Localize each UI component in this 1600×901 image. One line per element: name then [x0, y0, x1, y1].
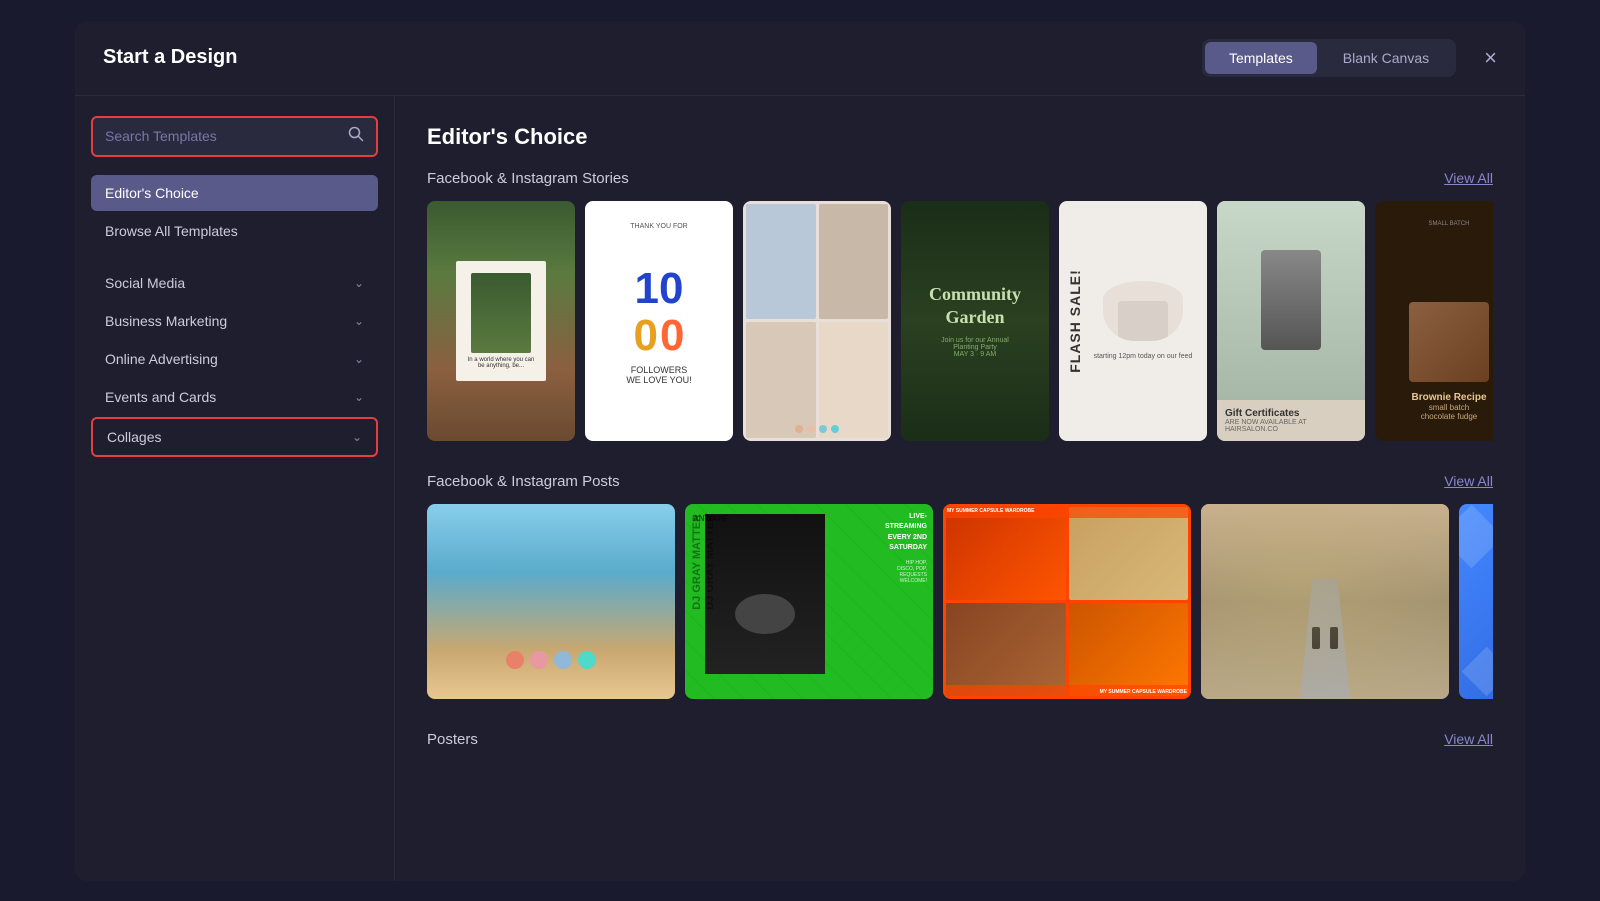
template-card[interactable]: FLASH SALE! starting 12pm today on our f…: [1059, 201, 1207, 441]
sidebar-item-editors-choice[interactable]: Editor's Choice: [91, 175, 378, 211]
chevron-down-icon: ⌄: [354, 276, 364, 290]
template-card[interactable]: [1201, 504, 1449, 699]
posts-category-label: Facebook & Instagram Posts: [427, 473, 620, 490]
sidebar-item-social-media[interactable]: Social Media ⌄: [91, 265, 378, 301]
template-card[interactable]: CommunityGarden Join us for our AnnualPl…: [901, 201, 1049, 441]
template-card[interactable]: Gift Certificates ARE NOW AVAILABLE ATHA…: [1217, 201, 1365, 441]
close-button[interactable]: ×: [1484, 47, 1497, 69]
template-card[interactable]: THANK YOU FOR 10 0 0 FOLLOWERSWE LOVE YO…: [585, 201, 733, 441]
template-card[interactable]: [743, 201, 891, 441]
search-icon[interactable]: [348, 126, 364, 147]
posters-category-label: Posters: [427, 731, 478, 748]
stories-view-all-link[interactable]: View All: [1444, 170, 1493, 186]
sidebar-item-collages[interactable]: Collages ⌄: [91, 417, 378, 457]
modal-title: Start a Design: [103, 46, 237, 69]
stories-category-label: Facebook & Instagram Stories: [427, 170, 629, 187]
posters-category-header: Posters View All: [427, 731, 1493, 748]
sidebar-item-business-marketing[interactable]: Business Marketing ⌄: [91, 303, 378, 339]
posts-templates-row: DJ GRAY MATTERDJ GRAY MATTER LIVE-STREAM…: [427, 504, 1493, 699]
modal-header: Start a Design Templates Blank Canvas ×: [75, 21, 1525, 96]
posts-category-header: Facebook & Instagram Posts View All: [427, 473, 1493, 490]
chevron-down-icon: ⌄: [354, 352, 364, 366]
stories-category-header: Facebook & Instagram Stories View All: [427, 170, 1493, 187]
template-card[interactable]: Join us for ALUMNIWEEK August 2022: [1459, 504, 1493, 699]
tab-blank-canvas[interactable]: Blank Canvas: [1319, 42, 1453, 74]
sidebar-item-online-advertising[interactable]: Online Advertising ⌄: [91, 341, 378, 377]
sidebar-nav: Editor's Choice Browse All Templates Soc…: [91, 175, 378, 457]
section-title: Editor's Choice: [427, 124, 1493, 150]
template-card[interactable]: MY SUMMER CAPSULE WARDROBE MY SUMMER CAP…: [943, 504, 1191, 699]
tab-group: Templates Blank Canvas: [1202, 39, 1456, 77]
posters-category-row: Posters View All: [427, 731, 1493, 748]
chevron-down-icon: ⌄: [352, 430, 362, 444]
tab-templates[interactable]: Templates: [1205, 42, 1317, 74]
template-card[interactable]: [427, 504, 675, 699]
stories-templates-row: In a world where you canbe anything, be.…: [427, 201, 1493, 441]
search-input[interactable]: [105, 128, 348, 144]
template-card[interactable]: DJ GRAY MATTERDJ GRAY MATTER LIVE-STREAM…: [685, 504, 933, 699]
stories-category-row: Facebook & Instagram Stories View All In…: [427, 170, 1493, 441]
posters-view-all-link[interactable]: View All: [1444, 731, 1493, 747]
modal-body: Editor's Choice Browse All Templates Soc…: [75, 96, 1525, 881]
posts-category-row: Facebook & Instagram Posts View All: [427, 473, 1493, 699]
sidebar-item-events-and-cards[interactable]: Events and Cards ⌄: [91, 379, 378, 415]
template-card[interactable]: In a world where you canbe anything, be.…: [427, 201, 575, 441]
search-box[interactable]: [91, 116, 378, 157]
chevron-down-icon: ⌄: [354, 390, 364, 404]
posts-view-all-link[interactable]: View All: [1444, 473, 1493, 489]
sidebar-item-browse-all[interactable]: Browse All Templates: [91, 213, 378, 249]
template-card[interactable]: SMALL BATCH Brownie Recipe small batchch…: [1375, 201, 1493, 441]
chevron-down-icon: ⌄: [354, 314, 364, 328]
main-content: Editor's Choice Facebook & Instagram Sto…: [395, 96, 1525, 881]
sidebar: Editor's Choice Browse All Templates Soc…: [75, 96, 395, 881]
start-a-design-modal: Start a Design Templates Blank Canvas ×: [75, 21, 1525, 881]
